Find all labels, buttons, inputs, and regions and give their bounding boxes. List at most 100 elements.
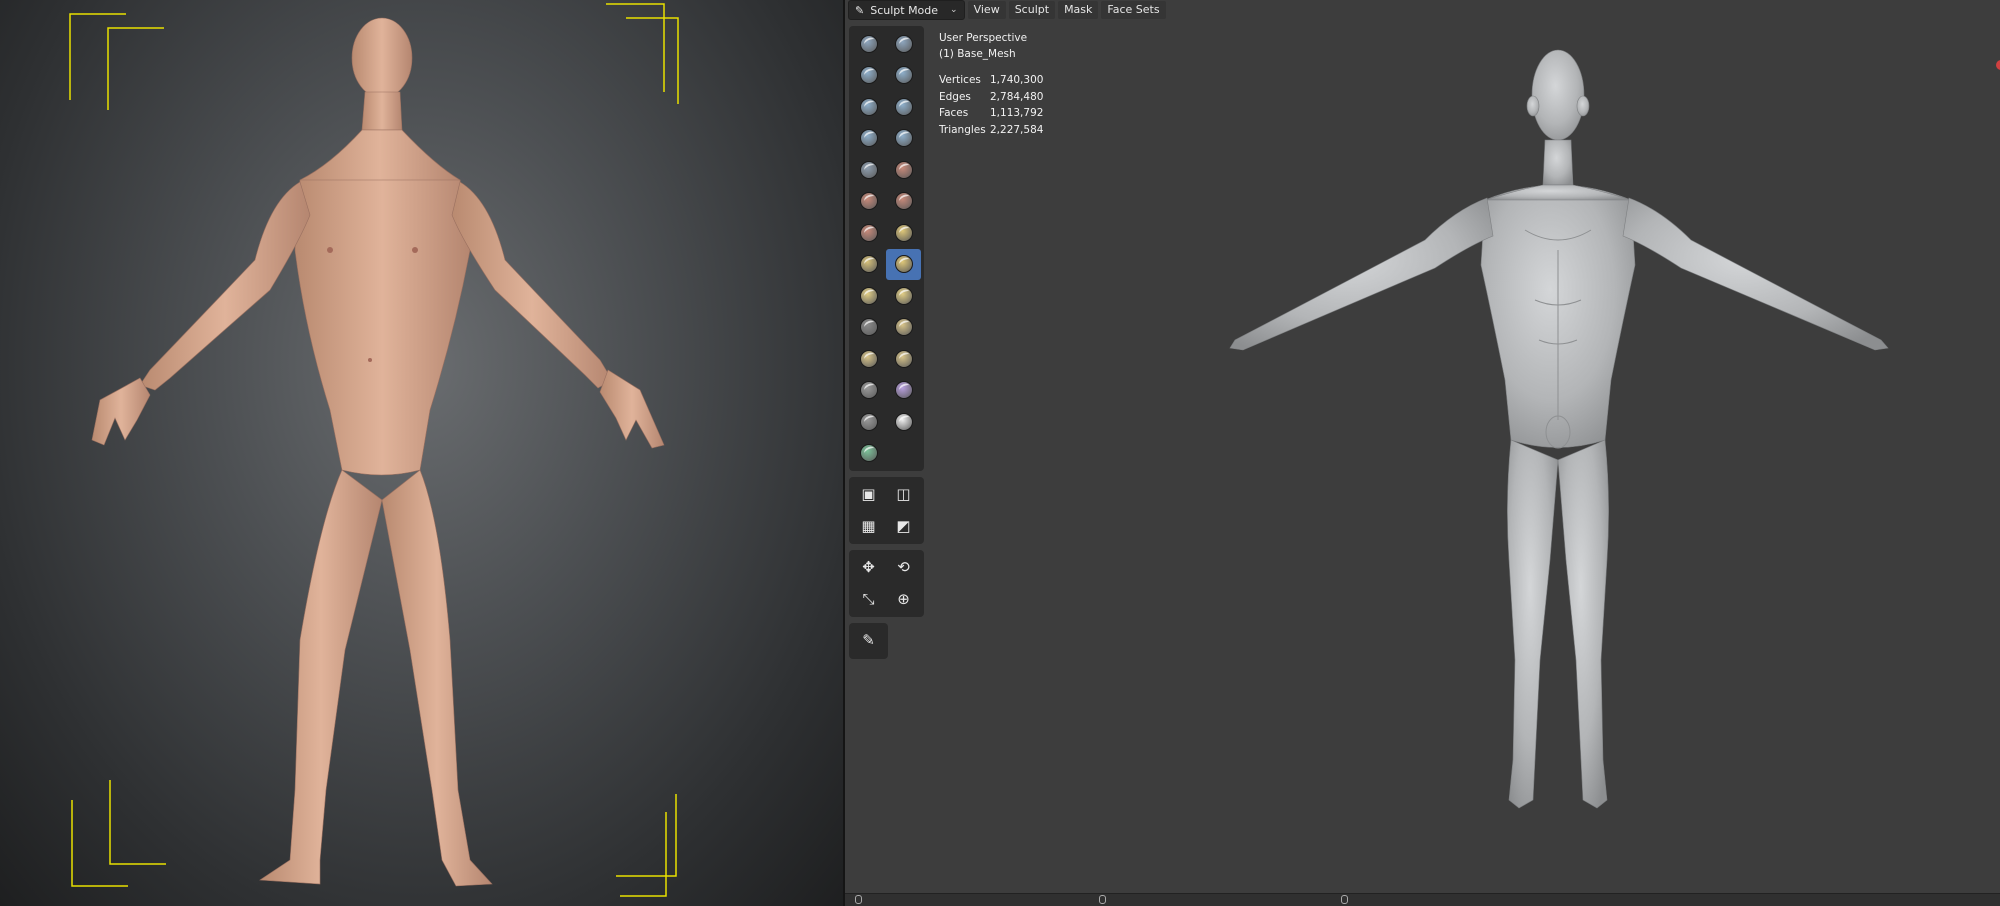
menu-view[interactable]: View <box>967 1 1006 19</box>
slide-relax-brush-icon <box>859 381 878 400</box>
inflate-brush-icon <box>859 129 878 148</box>
smooth-brush-tool[interactable] <box>886 154 921 186</box>
draw-brush-icon <box>859 34 878 53</box>
draw-brush-tool[interactable] <box>851 28 886 60</box>
box-face-set-icon: ▦ <box>861 516 876 535</box>
rendered-character-image <box>69 3 679 897</box>
move-tool[interactable]: ✥ <box>851 552 886 584</box>
box-hide-icon: ◫ <box>896 485 911 504</box>
stat-label: Edges <box>939 90 971 103</box>
status-bar <box>845 893 2000 906</box>
box-tools: ▣ ◫ ▦ ◩ <box>849 477 924 544</box>
cloth-brush-tool[interactable] <box>851 406 886 438</box>
clay-thumb-brush-tool[interactable] <box>851 91 886 123</box>
nudge-brush-icon <box>859 349 878 368</box>
smooth-brush-icon <box>894 160 913 179</box>
snake-hook-brush-icon <box>894 286 913 305</box>
transform-icon: ⊕ <box>897 589 910 608</box>
box-mask-tool[interactable]: ▣ <box>851 479 886 511</box>
snake-hook-brush-tool[interactable] <box>886 280 921 312</box>
pose-brush-icon <box>894 318 913 337</box>
layer-brush-icon <box>894 97 913 116</box>
annotate-tool[interactable]: ✎ <box>851 625 886 657</box>
pinch-brush-icon <box>859 255 878 274</box>
mesh-statistics: Vertices 1,740,300 Edges 2,784,480 Faces… <box>939 72 1043 138</box>
elastic-deform-brush-tool[interactable] <box>851 280 886 312</box>
rotate-icon: ⟲ <box>897 558 910 577</box>
scale-tool[interactable]: ⤡ <box>851 584 886 616</box>
human-figure <box>91 17 665 887</box>
box-hide-tool[interactable]: ◫ <box>886 479 921 511</box>
menu-sculpt[interactable]: Sculpt <box>1008 1 1056 19</box>
flatten-brush-tool[interactable] <box>851 186 886 218</box>
pose-brush-tool[interactable] <box>886 312 921 344</box>
menu-face-sets[interactable]: Face Sets <box>1101 1 1166 19</box>
box-trim-tool[interactable]: ◩ <box>886 511 921 543</box>
stat-value: 1,113,792 <box>990 107 1044 119</box>
multiplane-scrape-brush-tool[interactable] <box>886 217 921 249</box>
transform-tools: ✥ ⟲ ⤡ ⊕ <box>849 550 924 617</box>
mask-brush-tool[interactable] <box>851 438 886 470</box>
crease-brush-tool[interactable] <box>851 154 886 186</box>
stat-label: Triangles <box>939 123 986 136</box>
inflate-brush-tool[interactable] <box>851 123 886 155</box>
rotate-tool[interactable]: ⟲ <box>886 552 921 584</box>
boundary-brush-icon <box>894 381 913 400</box>
simplify-brush-tool[interactable] <box>886 406 921 438</box>
rotate-brush-icon <box>894 349 913 368</box>
annotate-tools: ✎ <box>849 623 888 659</box>
nudge-brush-tool[interactable] <box>851 343 886 375</box>
rotate-brush-tool[interactable] <box>886 343 921 375</box>
object-label: (1) Base_Mesh <box>939 48 1016 60</box>
mode-label: Sculpt Mode <box>870 3 939 17</box>
boundary-brush-tool[interactable] <box>886 375 921 407</box>
clay-brush-tool[interactable] <box>851 60 886 92</box>
scrape-brush-tool[interactable] <box>851 217 886 249</box>
perspective-label: User Perspective <box>939 32 1028 44</box>
grab-brush-icon <box>894 255 913 274</box>
mouse-right-icon <box>1341 895 1348 904</box>
mode-selector[interactable]: ✎ Sculpt Mode ⌄ <box>848 0 965 20</box>
flatten-brush-icon <box>859 192 878 211</box>
chevron-down-icon: ⌄ <box>950 5 958 15</box>
annotate-icon: ✎ <box>862 631 875 650</box>
muscle-lines <box>1524 229 1592 449</box>
elastic-deform-brush-icon <box>859 286 878 305</box>
move-icon: ✥ <box>862 558 875 577</box>
cloth-brush-icon <box>859 412 878 431</box>
tool-shelf: ▣ ◫ ▦ ◩ ✥ ⟲ ⤡ ⊕ ✎ <box>849 26 924 665</box>
clay-strips-brush-tool[interactable] <box>886 60 921 92</box>
thumb-brush-icon <box>859 318 878 337</box>
draw-sharp-brush-tool[interactable] <box>886 28 921 60</box>
box-face-set-tool[interactable]: ▦ <box>851 511 886 543</box>
transform-tool[interactable]: ⊕ <box>886 584 921 616</box>
render-viewport <box>0 0 843 906</box>
thumb-brush-tool[interactable] <box>851 312 886 344</box>
pinch-brush-tool[interactable] <box>851 249 886 281</box>
fill-brush-icon <box>894 192 913 211</box>
navigation-gizmo[interactable] <box>1996 60 2000 70</box>
slide-relax-brush-tool[interactable] <box>851 375 886 407</box>
stat-value: 2,227,584 <box>990 123 1044 136</box>
clay-strips-brush-icon <box>894 66 913 85</box>
base-mesh-figure <box>1229 49 1889 809</box>
clay-thumb-brush-icon <box>859 97 878 116</box>
scale-icon: ⤡ <box>862 589 875 608</box>
sculpt-mode-icon: ✎ <box>855 3 865 17</box>
brush-tools <box>849 26 924 471</box>
mask-brush-icon <box>859 444 878 463</box>
menu-mask[interactable]: Mask <box>1058 1 1099 19</box>
viewport-header: ✎ Sculpt Mode ⌄ View Sculpt Mask Face Se… <box>845 0 1166 20</box>
box-trim-icon: ◩ <box>896 516 911 535</box>
fill-brush-tool[interactable] <box>886 186 921 218</box>
blob-brush-tool[interactable] <box>886 123 921 155</box>
multiplane-scrape-brush-icon <box>894 223 913 242</box>
layer-brush-tool[interactable] <box>886 91 921 123</box>
blob-brush-icon <box>894 129 913 148</box>
grab-brush-tool[interactable] <box>886 248 921 280</box>
sculpt-viewport[interactable]: ✎ Sculpt Mode ⌄ View Sculpt Mask Face Se… <box>845 0 2000 906</box>
clay-brush-icon <box>859 66 878 85</box>
scrape-brush-icon <box>859 223 878 242</box>
stat-label: Faces <box>939 107 969 119</box>
stat-value: 1,740,300 <box>990 74 1044 86</box>
